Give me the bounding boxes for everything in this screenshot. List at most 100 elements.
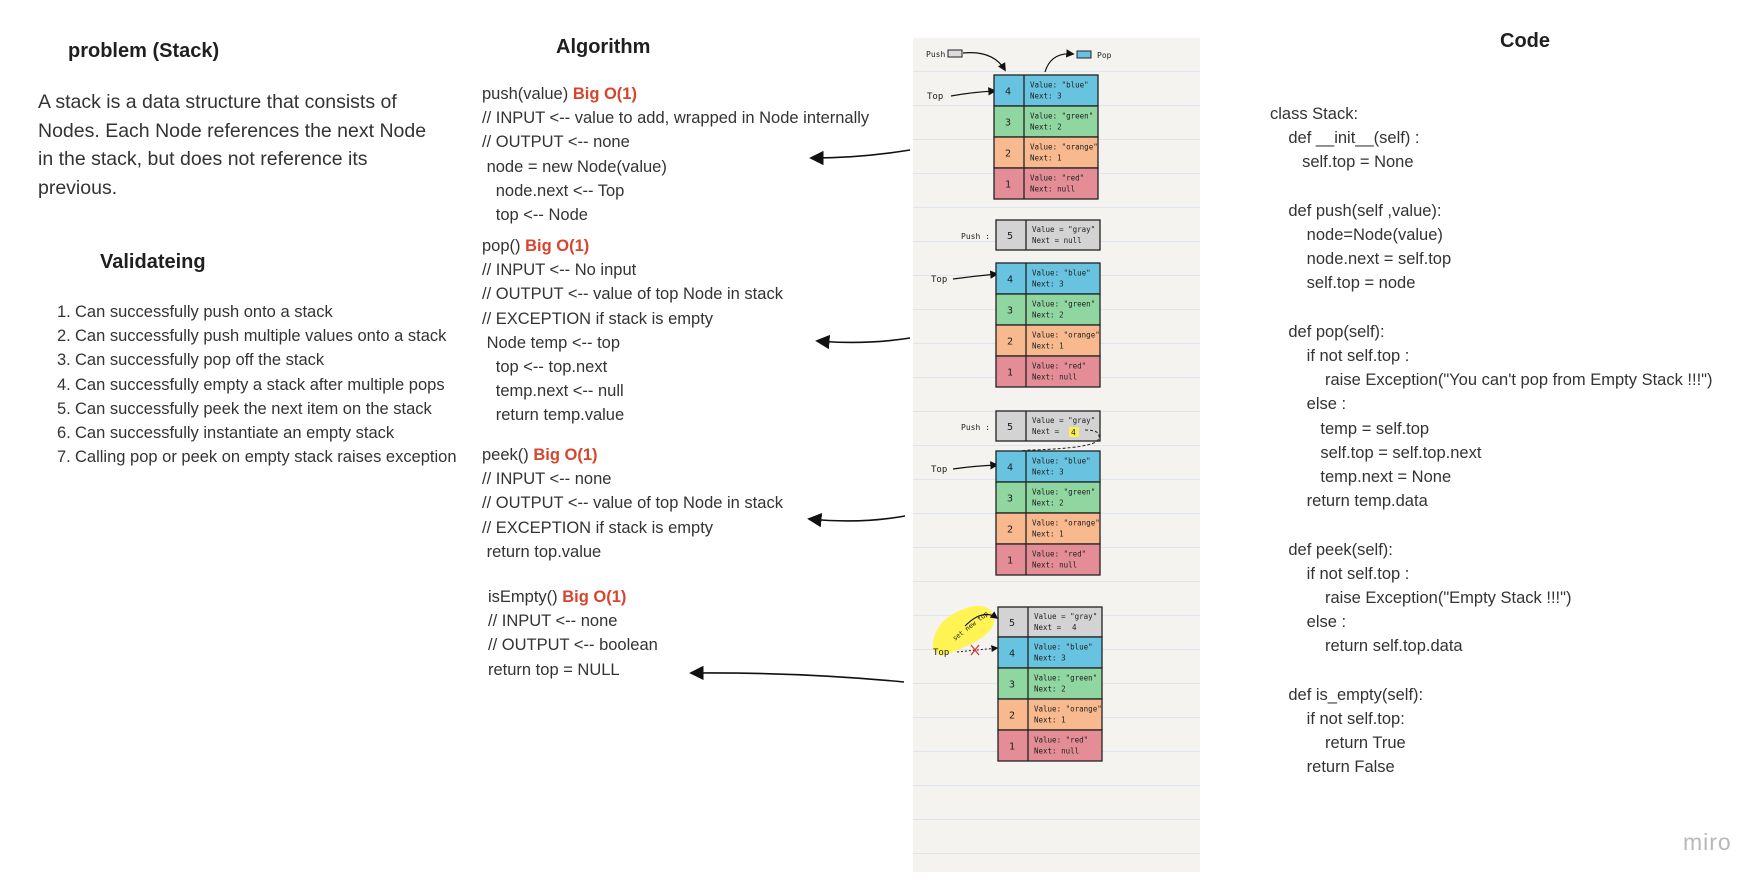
code-line: return False <box>1270 758 1395 777</box>
stack-node: 1 Value: "red" Next: null <box>993 167 1099 200</box>
algorithm-line: // INPUT <-- No input <box>482 261 637 280</box>
validating-item-text: Can successfully instantiate an empty st… <box>75 424 395 443</box>
validating-item-number: 4. <box>57 375 71 394</box>
node-next: Next: 2 <box>1030 123 1062 132</box>
code-line: def is_empty(self): <box>1270 685 1424 704</box>
validating-list: 1. Can successfully push onto a stack 2. Ca… <box>52 300 472 469</box>
algorithm-signature: isEmpty() <box>488 588 563 606</box>
node-value: Value: "green" <box>1030 112 1093 121</box>
validating-item-number: 7. <box>57 448 71 467</box>
validating-item-text: Can successfully push onto a stack <box>75 303 333 321</box>
node-number: 1 <box>1007 368 1013 379</box>
node-value: Value = "gray" <box>1034 612 1097 621</box>
node-next-ref: 4 <box>1071 428 1076 437</box>
node-number: 5 <box>1007 231 1013 242</box>
node-next: Next: 2 <box>1034 685 1066 694</box>
algorithm-signature: push(value) <box>482 85 573 103</box>
big-o-label: Big O(1) <box>572 85 637 103</box>
algorithm-line: // INPUT <-- none <box>482 470 612 489</box>
algorithm-line: return temp.value <box>482 406 625 425</box>
problem-description: A stack is a data structure that consist… <box>38 91 427 199</box>
algorithm-signature-line: push(value) Big O(1) <box>482 82 869 106</box>
stack-node: 4 Value: "blue" Next: 3 <box>993 74 1099 107</box>
validating-title: Validateing <box>100 251 206 273</box>
validating-item: 1. Can successfully push onto a stack <box>52 300 472 324</box>
algorithm-signature-line: peek() Big O(1) <box>482 443 783 467</box>
node-number: 2 <box>1005 149 1011 160</box>
validating-item-number: 3. <box>57 351 71 370</box>
algorithm-signature: peek() <box>482 446 534 464</box>
algorithm-line: return top.value <box>482 542 602 561</box>
algorithm-line: // EXCEPTION if stack is empty <box>482 518 714 537</box>
validating-item-text: Calling pop or peek on empty stack raise… <box>75 448 457 467</box>
stack-diagram-panel: Push Pop Top 4 Value: "blue" Next: 3 3 Value: "… <box>913 38 1200 872</box>
stack-node: 3 Value: "green" Next: 2 <box>993 105 1099 138</box>
stack-diagram: Push Pop Top 4 Value: "blue" Next: 3 3 Value: "… <box>926 49 1112 762</box>
miro-watermark: miro <box>1683 829 1732 855</box>
stack-node: 2 Value: "orange" Next: 1 <box>995 512 1101 545</box>
validating-item-number: 5. <box>57 399 71 418</box>
stack-node: 1 Value: "red" Next: null <box>995 355 1101 388</box>
arrow-peek <box>807 512 906 528</box>
node-number: 3 <box>1005 118 1011 129</box>
big-o-label: Big O(1) <box>533 446 598 464</box>
node-next: Next: null <box>1034 747 1079 756</box>
algorithm-is-empty: isEmpty() Big O(1) // INPUT <-- none // OU… <box>488 585 658 682</box>
node-next: Next: null <box>1032 561 1077 570</box>
node-value: Value: "blue" <box>1032 457 1091 466</box>
top-arrow <box>952 270 999 280</box>
stack-node: 4 Value: "blue" Next: 3 <box>995 450 1101 483</box>
code-block: class Stack: def __init__(self) : self.t… <box>1270 102 1713 780</box>
algorithm-line: // OUTPUT <-- value of top Node in stack <box>482 494 783 513</box>
top-label: Top <box>933 648 949 658</box>
top-arrow <box>952 461 999 470</box>
algorithm-line: Node temp <-- top <box>482 333 621 352</box>
algorithm-line: // INPUT <-- value to add, wrapped in No… <box>482 109 870 128</box>
node-next: Next: 3 <box>1032 280 1064 289</box>
node-number: 4 <box>1009 649 1015 660</box>
code-line: if not self.top: <box>1270 710 1405 729</box>
node-next: Next: 1 <box>1034 716 1066 725</box>
algorithm-line: top <-- Node <box>482 206 588 225</box>
code-line: if not self.top : <box>1270 564 1410 583</box>
code-line: raise Exception("Empty Stack !!!") <box>1270 589 1572 608</box>
node-number: 3 <box>1009 680 1015 691</box>
push-box-icon <box>947 49 963 58</box>
code-line: return temp.data <box>1270 492 1428 511</box>
pop-box-icon <box>1076 50 1092 59</box>
node-next: Next: 1 <box>1030 154 1062 163</box>
algorithm-line: // OUTPUT <-- none <box>482 133 630 152</box>
node-next: Next: null <box>1030 185 1075 194</box>
top-label: Top <box>931 465 947 475</box>
code-line: class Stack: <box>1270 105 1359 123</box>
algorithm-line: temp.next <-- null <box>482 382 624 401</box>
algorithm-line: top <-- top.next <box>482 358 608 377</box>
algorithm-peek: peek() Big O(1) // INPUT <-- none // OUTPU… <box>482 443 783 564</box>
code-line: if not self.top : <box>1270 347 1410 366</box>
algorithm-line: node.next <-- Top <box>482 181 625 200</box>
validating-item: 7. Calling pop or peek on empty stack rai… <box>52 445 472 469</box>
stack-node: 1 Value: "red" Next: null <box>995 543 1101 576</box>
node-value: Value: "blue" <box>1034 643 1093 652</box>
node-value: Value: "green" <box>1032 488 1095 497</box>
node-next-ref: 4 <box>1072 623 1077 632</box>
push-colon-label: Push : <box>961 423 990 432</box>
validating-item: 3. Can successfully pop off the stack <box>52 348 472 372</box>
algorithm-signature: pop() <box>482 237 526 255</box>
node-number: 1 <box>1007 556 1013 567</box>
new-stack-node: 5 Value = "gray" Next = <box>997 606 1103 638</box>
node-value: Value: "blue" <box>1032 269 1091 278</box>
code-line: raise Exception("You can't pop from Empt… <box>1270 371 1713 390</box>
code-line: node=Node(value) <box>1270 226 1443 245</box>
stack-node: 4 Value: "blue" Next: 3 <box>995 262 1101 295</box>
node-next: Next: 2 <box>1032 499 1064 508</box>
code-line: self.top = None <box>1270 153 1414 172</box>
algorithm-line: // OUTPUT <-- value of top Node in stack <box>482 285 783 304</box>
pop-arrow <box>1044 49 1075 73</box>
old-top-dashed-arrow <box>956 645 999 653</box>
code-title: Code <box>1500 30 1550 52</box>
pop-label: Pop <box>1097 51 1112 60</box>
